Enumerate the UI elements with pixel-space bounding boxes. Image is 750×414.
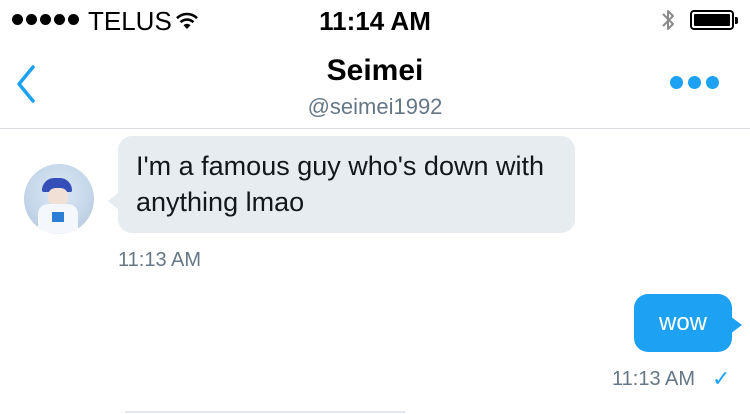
conversation-header: Seimei @seimei1992 [0,40,750,129]
checkmark-icon: ✓ [712,366,731,391]
contact-handle[interactable]: @seimei1992 [0,94,750,120]
incoming-message-bubble[interactable]: I'm a famous guy who's down with anythin… [108,136,575,233]
outgoing-message-bubble[interactable]: wow [634,294,742,352]
contact-name[interactable]: Seimei [0,54,750,88]
status-time: 11:14 AM [319,6,431,36]
outgoing-message-text: wow [658,309,707,336]
battery-icon [690,10,738,30]
divider [125,411,405,413]
incoming-message-time: 11:13 AM [118,249,202,271]
avatar[interactable] [24,164,94,234]
status-bar: TELUS 11:14 AM [0,0,750,40]
outgoing-message-time: 11:13 AM [612,368,696,390]
incoming-message-text: I'm a famous guy who's down with anythin… [136,151,544,217]
bluetooth-icon [660,6,676,39]
more-options-icon[interactable] [670,76,719,89]
